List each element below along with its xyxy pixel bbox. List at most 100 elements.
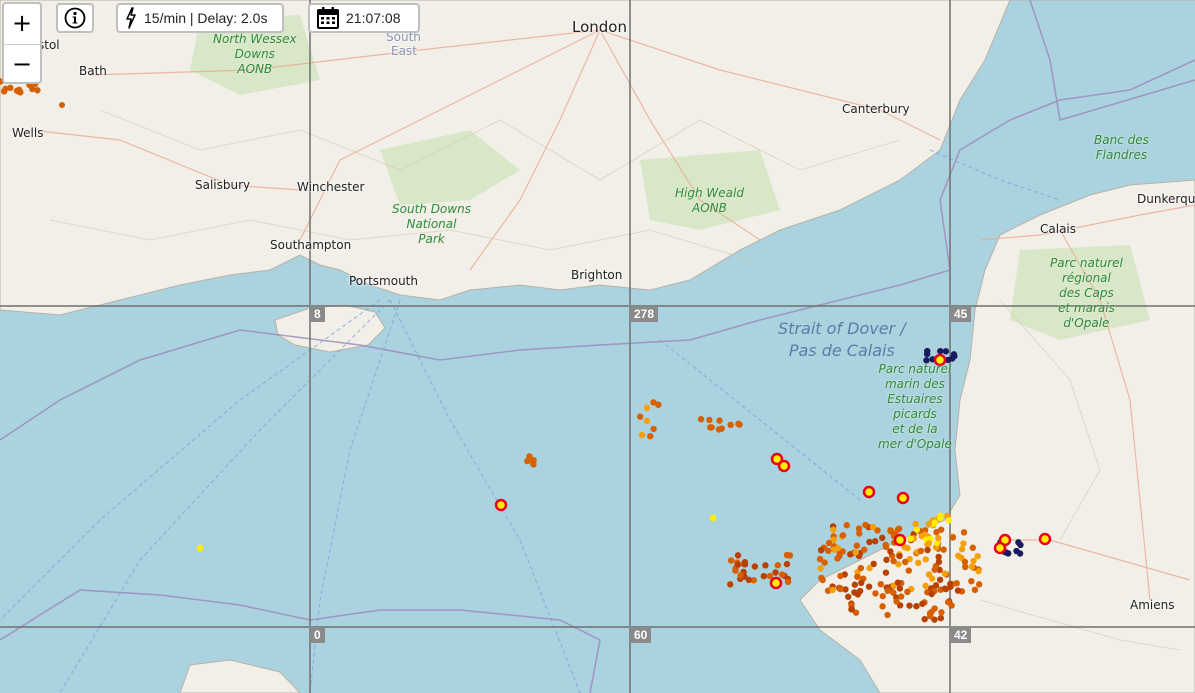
strike-dot — [902, 558, 909, 566]
calendar-icon — [317, 7, 339, 29]
strike-dot — [890, 557, 897, 565]
map-canvas[interactable] — [0, 0, 1195, 693]
strike-dot — [2, 85, 9, 92]
strike-dot — [928, 608, 935, 616]
strike-dot — [947, 583, 954, 590]
strike-dot — [834, 555, 841, 562]
grid-label-42: 42 — [950, 627, 972, 643]
park-caps-marais: Parc naturel régional des Caps et marais… — [1050, 256, 1123, 331]
place-salisbury: Salisbury — [195, 178, 251, 192]
strike-dot — [716, 417, 723, 424]
strike-dot — [893, 598, 900, 605]
strike-dot — [843, 522, 850, 529]
strike-dot — [879, 592, 886, 600]
zoom-in-button[interactable]: + — [4, 4, 40, 45]
strike-dot — [932, 582, 940, 589]
strike-dot — [856, 587, 864, 595]
strike-marker[interactable] — [893, 533, 907, 547]
strike-dot — [896, 552, 903, 560]
strike-dot — [940, 546, 947, 553]
park-line: Downs — [234, 47, 275, 61]
strike-dot — [925, 540, 932, 547]
place-southampton: Southampton — [270, 238, 352, 252]
strike-dot — [928, 575, 936, 582]
strike-marker[interactable] — [896, 491, 910, 505]
strike-dot — [922, 582, 929, 590]
strike-dot — [650, 425, 657, 433]
strike-dot — [837, 572, 844, 580]
rate-display[interactable]: 15/min | Delay: 2.0s — [116, 3, 284, 33]
strike-dot — [938, 609, 945, 616]
grid-label-45: 45 — [950, 306, 972, 322]
strike-dot — [928, 590, 935, 598]
strike-dot — [817, 565, 824, 572]
park-line: mer d'Opale — [878, 437, 952, 451]
zoom-out-button[interactable]: − — [4, 45, 40, 85]
strike-dot — [921, 615, 928, 623]
strike-dot — [935, 534, 942, 542]
strike-marker[interactable] — [993, 541, 1007, 555]
strike-dot — [960, 540, 967, 547]
strike-dot — [866, 538, 873, 546]
strike-dot — [941, 570, 949, 577]
strike-dot — [884, 587, 891, 595]
info-button[interactable] — [56, 3, 94, 33]
strike-dot — [643, 417, 651, 425]
strike-dot — [937, 514, 944, 522]
park-line: High Weald — [675, 186, 744, 200]
strike-dot — [837, 585, 844, 593]
strike-dot — [736, 421, 743, 428]
strike-dot — [852, 549, 859, 556]
strike-dot — [727, 581, 734, 588]
strike-dot — [942, 348, 950, 355]
strike-dot — [877, 580, 884, 588]
strike-dot — [783, 560, 791, 568]
strike-marker[interactable] — [1038, 532, 1052, 546]
strike-dot — [819, 576, 826, 584]
park-line: South Downs — [392, 202, 471, 216]
strike-dot — [854, 573, 861, 580]
time-text: 21:07:08 — [346, 10, 401, 26]
time-display[interactable]: 21:07:08 — [308, 3, 420, 33]
strike-dot — [762, 562, 769, 569]
strike-marker[interactable] — [769, 576, 783, 590]
strike-dot — [784, 578, 792, 586]
strike-dot — [894, 579, 902, 586]
strike-marker[interactable] — [777, 459, 791, 473]
place-winchester: Winchester — [297, 180, 365, 194]
strike-dot — [949, 534, 957, 541]
place-calais: Calais — [1040, 222, 1077, 236]
park-line: picards — [893, 407, 937, 421]
strike-marker[interactable] — [494, 498, 508, 512]
park-line: des Caps — [1059, 286, 1114, 300]
strike-dot — [727, 557, 735, 564]
strike-dot — [866, 564, 873, 572]
strike-dot — [955, 552, 962, 560]
place-wells: Wells — [12, 126, 44, 140]
strike-dot — [923, 350, 931, 358]
strike-marker[interactable] — [862, 485, 876, 499]
strike-dot — [975, 581, 983, 588]
strike-dot — [643, 404, 651, 412]
strike-dot — [830, 526, 837, 533]
strike-dot — [883, 556, 890, 564]
place-amiens: Amiens — [1130, 598, 1175, 612]
place-brighton: Brighton — [571, 268, 623, 282]
strike-dot — [917, 547, 925, 555]
rate-text: 15/min | Delay: 2.0s — [144, 10, 268, 26]
park-line: National — [406, 217, 457, 231]
park-line: Parc naturel — [1050, 256, 1123, 270]
strike-dot — [816, 555, 824, 563]
strike-dot — [887, 527, 894, 534]
strike-dot — [884, 611, 891, 619]
strike-dot — [937, 614, 945, 622]
strike-dot — [958, 545, 966, 553]
strike-dot — [650, 399, 657, 406]
strike-dot — [869, 523, 877, 531]
strike-dot — [825, 547, 832, 555]
place-dunkerque: Dunkerque — [1137, 192, 1195, 206]
zoom-control: + − — [2, 2, 42, 84]
strike-dot — [647, 432, 654, 440]
strike-dot — [962, 563, 969, 571]
sea-line: Strait of Dover / — [778, 319, 906, 338]
